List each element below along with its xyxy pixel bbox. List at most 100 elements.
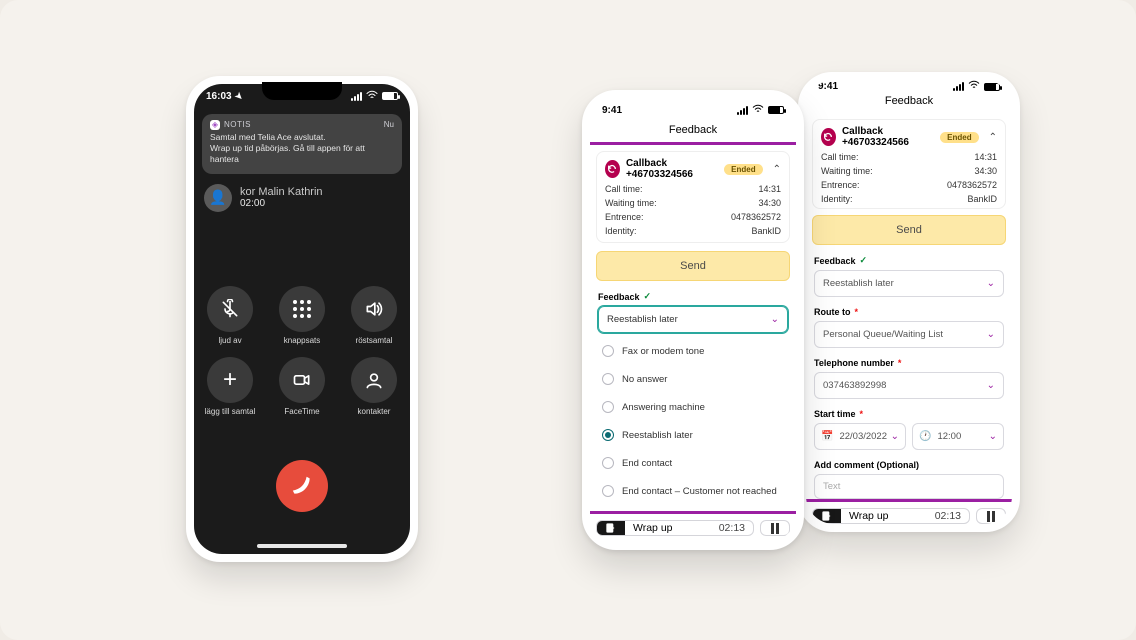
caller-info: 👤 kor Malin Kathrin 02:00: [194, 180, 410, 212]
feedback-option[interactable]: Reestablish later: [598, 421, 788, 449]
chevron-down-icon: ⌄: [989, 431, 997, 442]
notif-line2: Wrap up tid påbörjas. Gå till appen för …: [210, 143, 394, 165]
status-time: 9:41: [602, 105, 622, 116]
comment-label: Add comment (Optional): [814, 460, 1004, 470]
status-bar: 9:41: [806, 80, 1012, 93]
page-title: Feedback: [806, 93, 1012, 113]
time-select[interactable]: 🕐12:00 ⌄: [912, 423, 1004, 450]
date-select[interactable]: 📅22/03/2022 ⌄: [814, 423, 906, 450]
callback-title: Callback +46703324566: [626, 158, 718, 180]
add-call-button[interactable]: + lägg till samtal: [205, 357, 256, 416]
signal-icon: [351, 92, 362, 101]
hangup-button[interactable]: [276, 460, 328, 512]
wrapup-icon: [813, 509, 841, 523]
call-button-grid: ljud av knappsats röstsamtal + lägg till…: [194, 286, 410, 416]
option-label: No answer: [622, 374, 667, 385]
artboard: 16:03 ➤ ◈ NOTIS Nu Samtal med Telia: [0, 0, 1136, 640]
feedback-option[interactable]: Fax or modem tone: [598, 337, 788, 365]
wifi-icon: [366, 90, 378, 103]
wrapup-timer: 02:13: [927, 510, 969, 522]
notif-app-icon: ◈: [210, 120, 220, 130]
feedback-label: Feedback✓: [598, 291, 788, 302]
check-icon: ✓: [644, 291, 652, 302]
route-select[interactable]: Personal Queue/Waiting List ⌄: [814, 321, 1004, 348]
keypad-button[interactable]: knappsats: [279, 286, 325, 345]
chevron-down-icon: ⌄: [987, 380, 995, 391]
feedback-select[interactable]: Reestablish later ⌄: [814, 270, 1004, 297]
starttime-label: Start time*: [814, 409, 1004, 419]
calendar-icon: 📅: [821, 431, 833, 442]
pause-button[interactable]: [976, 508, 1006, 524]
wrapup-bar[interactable]: Wrap up 02:13: [812, 508, 970, 524]
route-label: Route to*: [814, 307, 1004, 317]
feedback-option[interactable]: No answer: [598, 365, 788, 393]
check-icon: ✓: [860, 255, 868, 266]
feedback-option[interactable]: Answering machine: [598, 393, 788, 421]
radio-icon: [602, 373, 614, 385]
status-badge: Ended: [940, 132, 978, 143]
ios-call-phone: 16:03 ➤ ◈ NOTIS Nu Samtal med Telia: [186, 76, 418, 562]
feedback-option[interactable]: End contact: [598, 449, 788, 477]
option-label: Fax or modem tone: [622, 346, 704, 357]
wifi-icon: [968, 80, 980, 93]
page-title: Feedback: [590, 122, 796, 142]
chevron-down-icon: ⌄: [771, 314, 779, 325]
option-label: End contact – Customer not reached: [622, 486, 777, 497]
feedback-option[interactable]: End contact – Customer not reached: [598, 477, 788, 505]
battery-icon: [382, 92, 398, 100]
comment-input[interactable]: Text: [814, 474, 1004, 499]
mute-button[interactable]: ljud av: [207, 286, 253, 345]
status-bar: 16:03 ➤: [194, 84, 410, 108]
status-badge: Ended: [724, 164, 762, 175]
chevron-down-icon: ⌄: [987, 329, 995, 340]
chevron-up-icon[interactable]: ⌃: [989, 132, 997, 143]
pause-button[interactable]: [760, 520, 790, 536]
wrapup-bar[interactable]: Wrap up 02:13: [596, 520, 754, 536]
option-label: End contact: [622, 458, 672, 469]
telephone-label: Telephone number*: [814, 358, 1004, 368]
feedback-select[interactable]: Reestablish later ⌄: [598, 306, 788, 333]
option-label: Answering machine: [622, 402, 705, 413]
battery-icon: [984, 83, 1000, 91]
telephone-select[interactable]: 037463892998 ⌄: [814, 372, 1004, 399]
contacts-button[interactable]: kontakter: [351, 357, 397, 416]
call-timer: 02:00: [240, 198, 323, 209]
signal-icon: [953, 82, 964, 91]
radio-icon: [602, 401, 614, 413]
status-time: 16:03: [206, 91, 232, 102]
feedback-label: Feedback✓: [814, 255, 1004, 266]
callback-icon: [821, 128, 836, 146]
feedback-options-list: Fax or modem tone No answer Answering mach…: [598, 337, 788, 505]
wifi-icon: [752, 104, 764, 117]
clock-icon: 🕐: [919, 431, 931, 442]
send-button[interactable]: Send: [596, 251, 790, 281]
notification-banner[interactable]: ◈ NOTIS Nu Samtal med Telia Ace avslutat…: [202, 114, 402, 174]
accent-divider: [590, 142, 796, 145]
caller-name: kor Malin Kathrin: [240, 186, 323, 198]
option-label: Reestablish later: [622, 430, 693, 441]
location-icon: ➤: [232, 89, 245, 102]
callback-card: Callback +46703324566 Ended ⌃ Call time:…: [812, 119, 1006, 209]
notif-app-name: NOTIS: [224, 120, 251, 130]
wrapup-timer: 02:13: [711, 522, 753, 534]
facetime-button[interactable]: FaceTime: [279, 357, 325, 416]
feedback-phone-form: 9:41 Feedback Callback +46703324566 Ende…: [798, 72, 1020, 532]
notif-line1: Samtal med Telia Ace avslutat.: [210, 132, 394, 143]
notif-time: Nu: [384, 120, 394, 130]
feedback-phone-options: 9:41 Feedback Callback +46703324566 Ende…: [582, 90, 804, 550]
wrapup-icon: [597, 521, 625, 535]
caller-avatar: 👤: [204, 184, 232, 212]
battery-icon: [768, 106, 784, 114]
radio-icon: [602, 457, 614, 469]
callback-card: Callback +46703324566 Ended ⌃ Call time:…: [596, 151, 790, 243]
status-time: 9:41: [818, 81, 838, 92]
status-bar: 9:41: [590, 98, 796, 122]
home-indicator[interactable]: [257, 544, 347, 548]
chevron-up-icon[interactable]: ⌃: [773, 164, 781, 175]
callback-title: Callback +46703324566: [842, 126, 934, 148]
speaker-button[interactable]: röstsamtal: [351, 286, 397, 345]
send-button[interactable]: Send: [812, 215, 1006, 245]
chevron-down-icon: ⌄: [891, 431, 899, 442]
signal-icon: [737, 106, 748, 115]
callback-icon: [605, 160, 620, 178]
